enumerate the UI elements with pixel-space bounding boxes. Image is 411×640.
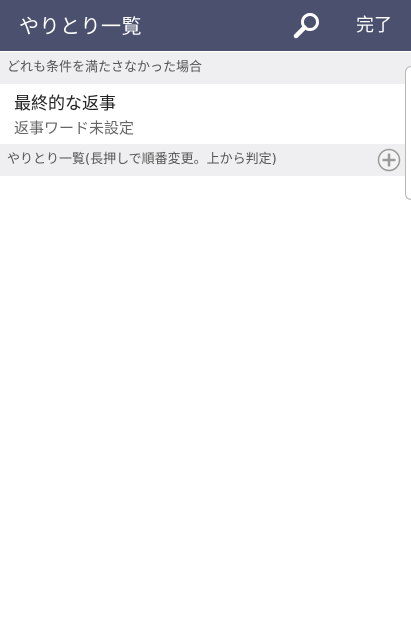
app-bar: やりとり一覧 完了 [0,0,411,51]
final-reply-title: 最終的な返事 [14,94,116,114]
final-reply-subtitle: 返事ワード未設定 [14,119,135,137]
plus-circle-icon[interactable] [377,148,401,172]
search-icon [293,13,319,39]
final-reply-row[interactable]: 最終的な返事 返事ワード未設定 [0,84,404,144]
search-button[interactable] [290,9,324,43]
exchange-list-header: やりとり一覧(長押しで順番変更。上から判定) [0,144,411,176]
page-title: やりとり一覧 [19,14,142,38]
scroll-edge[interactable] [405,66,411,200]
exchange-list-header-label: やりとり一覧(長押しで順番変更。上から判定) [7,152,277,167]
default-section-header: どれも条件を満たさなかった場合 [0,52,411,84]
done-button[interactable]: 完了 [352,13,396,39]
